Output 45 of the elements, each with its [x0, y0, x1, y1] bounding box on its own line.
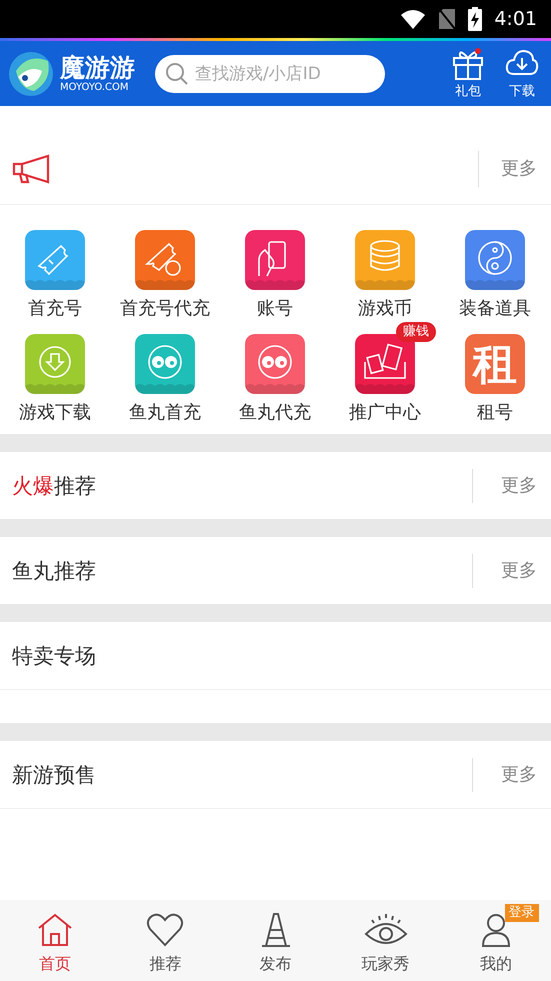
search-field[interactable]: 查找游戏/小店ID	[155, 54, 385, 92]
yin-yang-icon	[465, 230, 525, 290]
logo-subtitle: MOYOYO.COM	[60, 82, 130, 94]
card-in-hand-icon	[245, 230, 305, 290]
shortcut-glyph: 租	[465, 334, 525, 394]
traffic-cone-icon	[260, 912, 292, 948]
nav-tab[interactable]: 玩家秀	[330, 900, 441, 981]
eyes-icon	[135, 334, 195, 394]
more-link[interactable]: 更多	[472, 468, 539, 502]
download-button[interactable]: 下载	[505, 48, 539, 100]
shortcut-item[interactable]: 账号	[245, 230, 305, 320]
heart-icon	[146, 912, 184, 948]
shortcut-item[interactable]: 游戏下载	[19, 334, 91, 424]
section-title: 鱼丸推荐	[12, 558, 96, 584]
shortcut-item[interactable]: 游戏币	[355, 230, 415, 320]
logo-icon	[8, 50, 54, 96]
section-title: 火爆推荐	[12, 472, 96, 500]
shortcut-item[interactable]: 装备道具	[459, 230, 531, 320]
nav-tab[interactable]: 发布	[220, 900, 331, 981]
shortcut-item[interactable]: 鱼丸首充	[129, 334, 201, 424]
more-link[interactable]: 更多	[478, 151, 539, 187]
badge: 赚钱	[396, 322, 436, 342]
coins-icon	[355, 230, 415, 290]
eyes-icon	[245, 334, 305, 394]
shortcut-item[interactable]: 首充号	[25, 230, 85, 320]
shortcut-item[interactable]: 租 租号	[465, 334, 525, 424]
wifi-icon	[400, 9, 426, 29]
section-title: 新游预售	[12, 762, 96, 788]
gift-button[interactable]: 礼包	[451, 48, 485, 100]
shortcut-item[interactable]: 首充号代充	[120, 230, 210, 320]
nav-tab[interactable]: 首页	[0, 900, 110, 981]
logo-title: 魔游游	[60, 54, 135, 82]
home-icon	[37, 912, 74, 948]
clock-time: 4:01	[494, 8, 537, 30]
ticket-icon	[25, 230, 85, 290]
no-sim-icon	[438, 8, 456, 30]
more-link[interactable]: 更多	[472, 758, 539, 792]
download-icon	[25, 334, 85, 394]
battery-charging-icon	[468, 7, 482, 31]
shortcut-item[interactable]: 鱼丸代充	[239, 334, 311, 424]
nav-tab[interactable]: 推荐	[110, 900, 220, 981]
ticket-icon	[135, 230, 195, 290]
login-badge: 登录	[504, 904, 539, 922]
section-title: 特卖专场	[12, 642, 96, 670]
more-link[interactable]: 更多	[472, 554, 539, 588]
